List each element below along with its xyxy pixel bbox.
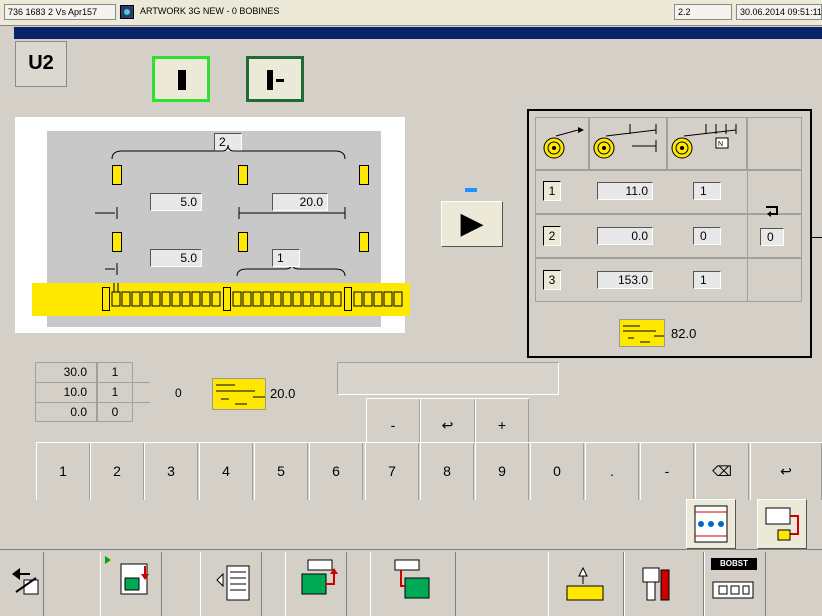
input-display[interactable]	[337, 362, 559, 395]
key-3[interactable]: 3	[144, 443, 198, 500]
edit-keys: - ↩ +	[366, 398, 529, 443]
code-label: 2.2	[674, 4, 732, 20]
reel-distance-icon	[593, 124, 657, 159]
bobst-logo: BOBST	[711, 558, 757, 570]
key-minus[interactable]: -	[640, 443, 694, 500]
key-decimal[interactable]: .	[585, 443, 639, 500]
minus-key[interactable]: -	[366, 399, 420, 443]
cutter-icon	[566, 566, 604, 601]
bobst-button[interactable]: BOBST	[704, 552, 766, 616]
reel-count-icon: N	[671, 124, 737, 159]
bottom-toolbar: BOBST	[0, 549, 822, 616]
apply-icon	[765, 507, 799, 541]
active-arrow-icon	[105, 556, 111, 564]
row-count-field[interactable]: 1	[693, 182, 721, 200]
download-button[interactable]	[100, 552, 162, 616]
summary-mid-value: 0	[175, 386, 182, 400]
tools-button[interactable]	[624, 552, 704, 616]
repeat-field[interactable]: 0	[760, 228, 784, 246]
exit-icon	[12, 568, 39, 595]
play-icon: ▶	[460, 207, 484, 240]
cut-mark	[112, 165, 122, 185]
count-bottom-field[interactable]: 1	[272, 249, 300, 267]
row-index[interactable]: 3	[543, 270, 561, 290]
total-length-icon	[619, 319, 665, 347]
bar-icon	[178, 70, 186, 90]
cut-mark	[238, 165, 248, 185]
value-b-field[interactable]: 20.0	[272, 193, 328, 211]
mode-single-button[interactable]	[152, 56, 210, 102]
mode-gap-button[interactable]	[246, 56, 304, 102]
key-8[interactable]: 8	[420, 443, 474, 500]
svg-text:N: N	[718, 141, 723, 148]
summary-count: 1	[111, 385, 119, 399]
key-9[interactable]: 9	[475, 443, 529, 500]
key-6[interactable]: 6	[309, 443, 363, 500]
top-status-bar: 736 1683 2 Vs Apr157 ARTWORK 3G NEW - 0 …	[0, 0, 822, 26]
key-1[interactable]: 1	[36, 443, 90, 500]
job-title: ARTWORK 3G NEW - 0 BOBINES	[137, 4, 669, 20]
summary-value: 10.0	[63, 385, 87, 399]
title-band	[14, 27, 822, 39]
row-distance-field[interactable]: 11.0	[597, 182, 653, 200]
backspace-key[interactable]: ⌫	[695, 443, 749, 500]
enter-key[interactable]: ↩	[420, 399, 475, 443]
value-c-field[interactable]: 5.0	[150, 249, 202, 267]
summary-value: 30.0	[63, 365, 87, 379]
cut-mark	[359, 232, 369, 252]
cut-mark	[112, 232, 122, 252]
tools-icon	[642, 567, 670, 601]
distribute-button[interactable]	[686, 499, 736, 549]
exit-button[interactable]	[2, 552, 44, 616]
app-icon	[120, 5, 134, 19]
row-count-field[interactable]: 0	[693, 227, 721, 245]
summary-count: 1	[111, 365, 119, 379]
cut-mark	[238, 232, 248, 252]
cut-mark	[359, 165, 369, 185]
enter-key[interactable]: ↩	[750, 443, 822, 500]
numeric-keypad: 1 2 3 4 5 6 7 8 9 0 . - ⌫ ↩	[36, 442, 822, 500]
reel-table: N 1 11.0 1 2 0.0 0 3 153.0 1 0 82.0	[527, 109, 812, 358]
key-2[interactable]: 2	[90, 443, 144, 500]
transfer-icon	[394, 559, 430, 599]
upload-button[interactable]	[285, 552, 347, 616]
key-7[interactable]: 7	[365, 443, 419, 500]
summary-count: 0	[111, 405, 119, 419]
machine-icon	[712, 581, 754, 599]
list-button[interactable]	[200, 552, 262, 616]
key-0[interactable]: 0	[530, 443, 584, 500]
cell-row	[111, 283, 403, 307]
summary-value: 0.0	[70, 405, 87, 419]
summary-table: 30.0 1 10.0 1 0.0 0	[35, 362, 150, 422]
row-count-field[interactable]: 1	[693, 271, 721, 289]
total-length-value: 82.0	[671, 326, 697, 341]
bar-gap-icon	[267, 70, 273, 90]
datetime-label: 30.06.2014 09:51:11	[736, 4, 822, 20]
row-distance-field[interactable]: 0.0	[597, 227, 653, 245]
distribute-icon	[694, 505, 728, 543]
plus-key[interactable]: +	[475, 399, 529, 443]
value-a-field[interactable]: 5.0	[150, 193, 202, 211]
list-icon	[216, 565, 250, 601]
repeat-icon	[766, 206, 778, 217]
active-indicator	[465, 188, 477, 192]
apply-button[interactable]	[757, 499, 807, 549]
length-value: 20.0	[270, 386, 296, 401]
transfer-button[interactable]	[370, 552, 456, 616]
material-strip	[32, 283, 410, 316]
connector-line	[812, 237, 822, 238]
reel-icon	[543, 127, 584, 159]
unit-label: U2	[15, 41, 67, 87]
row-index[interactable]: 2	[543, 226, 561, 246]
cutter-button[interactable]	[548, 552, 624, 616]
row-index[interactable]: 1	[543, 181, 561, 201]
download-doc-icon	[120, 563, 149, 595]
row-distance-field[interactable]: 153.0	[597, 271, 653, 289]
upload-icon	[301, 559, 338, 595]
key-5[interactable]: 5	[254, 443, 308, 500]
length-icon	[212, 378, 266, 410]
key-4[interactable]: 4	[199, 443, 253, 500]
version-label: 736 1683 2 Vs Apr157	[4, 4, 116, 20]
play-button[interactable]: ▶	[441, 201, 503, 247]
